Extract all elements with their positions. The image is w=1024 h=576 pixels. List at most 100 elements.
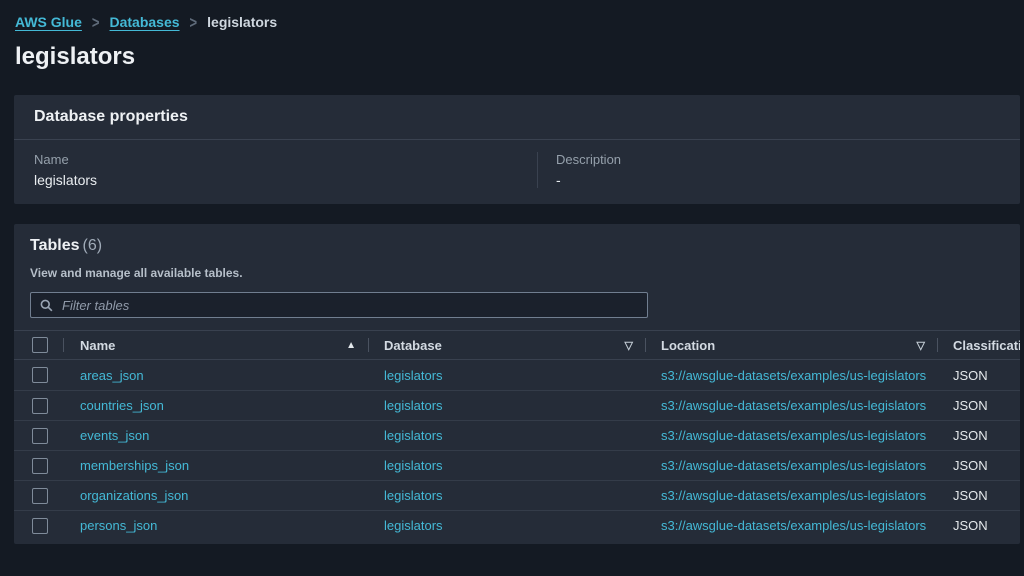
cell-database: legislators [368,360,645,390]
cell-select [14,391,63,420]
breadcrumb-separator-icon: > [92,13,100,32]
cell-name: areas_json [63,360,368,390]
cell-name: memberships_json [63,451,368,480]
filter-tables-input[interactable] [60,297,638,314]
table-row: countries_json legislators s3://awsglue-… [14,390,1020,420]
cell-location: s3://awsglue-datasets/examples/us-legisl… [645,391,937,420]
database-link[interactable]: legislators [384,518,443,533]
classification-value: JSON [953,458,988,473]
cell-classification: JSON [937,360,1020,390]
row-checkbox[interactable] [32,428,48,444]
table-name-link[interactable]: areas_json [80,368,144,383]
cell-database: legislators [368,391,645,420]
cell-database: legislators [368,511,645,540]
cell-select [14,481,63,510]
cell-location: s3://awsglue-datasets/examples/us-legisl… [645,421,937,450]
property-name: Name legislators [34,152,537,188]
property-description: Description - [537,152,1000,188]
row-checkbox[interactable] [32,488,48,504]
cell-location: s3://awsglue-datasets/examples/us-legisl… [645,451,937,480]
table-row: areas_json legislators s3://awsglue-data… [14,360,1020,390]
property-name-label: Name [34,152,537,167]
table-header-row: Name ▲ Database ▽ Location ▽ Classificat… [14,330,1020,360]
column-label-name: Name [80,338,115,353]
select-all-checkbox[interactable] [32,337,48,353]
row-checkbox[interactable] [32,518,48,534]
header-cell-database[interactable]: Database ▽ [368,331,645,359]
property-description-value: - [556,172,1000,188]
sort-ascending-icon[interactable]: ▲ [346,340,356,351]
classification-value: JSON [953,428,988,443]
database-properties-title: Database properties [14,95,1020,140]
location-link[interactable]: s3://awsglue-datasets/examples/us-legisl… [661,518,937,533]
location-link[interactable]: s3://awsglue-datasets/examples/us-legisl… [661,368,937,383]
breadcrumb-link-databases[interactable]: Databases [110,14,180,30]
filter-tables-box[interactable] [30,292,648,318]
database-link[interactable]: legislators [384,488,443,503]
tables-count-badge: (6) [83,237,103,254]
breadcrumb-current: legislators [207,14,277,30]
cell-name: organizations_json [63,481,368,510]
cell-select [14,360,63,390]
database-link[interactable]: legislators [384,458,443,473]
cell-name: countries_json [63,391,368,420]
location-link[interactable]: s3://awsglue-datasets/examples/us-legisl… [661,488,937,503]
database-properties-body: Name legislators Description - [14,140,1020,204]
cell-select [14,511,63,540]
location-link[interactable]: s3://awsglue-datasets/examples/us-legisl… [661,458,937,473]
classification-value: JSON [953,488,988,503]
cell-location: s3://awsglue-datasets/examples/us-legisl… [645,481,937,510]
tables-panel: Tables(6) View and manage all available … [14,224,1020,544]
property-description-label: Description [556,152,1000,167]
cell-classification: JSON [937,421,1020,450]
cell-name: persons_json [63,511,368,540]
header-cell-location[interactable]: Location ▽ [645,331,937,359]
tables-title: Tables(6) [30,236,1004,256]
database-link[interactable]: legislators [384,428,443,443]
table-row: persons_json legislators s3://awsglue-da… [14,510,1020,540]
header-cell-name[interactable]: Name ▲ [63,331,368,359]
cell-location: s3://awsglue-datasets/examples/us-legisl… [645,511,937,540]
column-label-classification: Classification [953,338,1020,353]
table-name-link[interactable]: organizations_json [80,488,188,503]
cell-select [14,421,63,450]
column-label-database: Database [384,338,442,353]
row-checkbox[interactable] [32,458,48,474]
database-link[interactable]: legislators [384,398,443,413]
breadcrumb-link-aws-glue[interactable]: AWS Glue [15,14,82,30]
cell-classification: JSON [937,511,1020,540]
classification-value: JSON [953,398,988,413]
header-cell-classification[interactable]: Classification [937,331,1020,359]
table-row: events_json legislators s3://awsglue-dat… [14,420,1020,450]
table-row: memberships_json legislators s3://awsglu… [14,450,1020,480]
table-row: organizations_json legislators s3://awsg… [14,480,1020,510]
cell-name: events_json [63,421,368,450]
cell-database: legislators [368,421,645,450]
table-name-link[interactable]: countries_json [80,398,164,413]
table-name-link[interactable]: persons_json [80,518,157,533]
row-checkbox[interactable] [32,398,48,414]
table-name-link[interactable]: memberships_json [80,458,189,473]
breadcrumb: AWS Glue > Databases > legislators [15,14,1024,30]
tables-title-text: Tables [30,237,80,254]
row-checkbox[interactable] [32,367,48,383]
classification-value: JSON [953,518,988,533]
location-link[interactable]: s3://awsglue-datasets/examples/us-legisl… [661,398,937,413]
property-name-value: legislators [34,172,537,188]
database-properties-panel: Database properties Name legislators Des… [14,95,1020,204]
table-name-link[interactable]: events_json [80,428,149,443]
cell-classification: JSON [937,481,1020,510]
database-link[interactable]: legislators [384,368,443,383]
cell-database: legislators [368,451,645,480]
tables-table: Name ▲ Database ▽ Location ▽ Classificat… [14,330,1020,540]
cell-classification: JSON [937,451,1020,480]
breadcrumb-separator-icon: > [190,13,198,32]
page-title: legislators [15,43,1024,71]
column-label-location: Location [661,338,715,353]
location-link[interactable]: s3://awsglue-datasets/examples/us-legisl… [661,428,937,443]
cell-database: legislators [368,481,645,510]
sort-indicator-icon[interactable]: ▽ [625,339,633,352]
sort-indicator-icon[interactable]: ▽ [917,339,925,352]
cell-location: s3://awsglue-datasets/examples/us-legisl… [645,360,937,390]
tables-description: View and manage all available tables. [30,266,1004,280]
